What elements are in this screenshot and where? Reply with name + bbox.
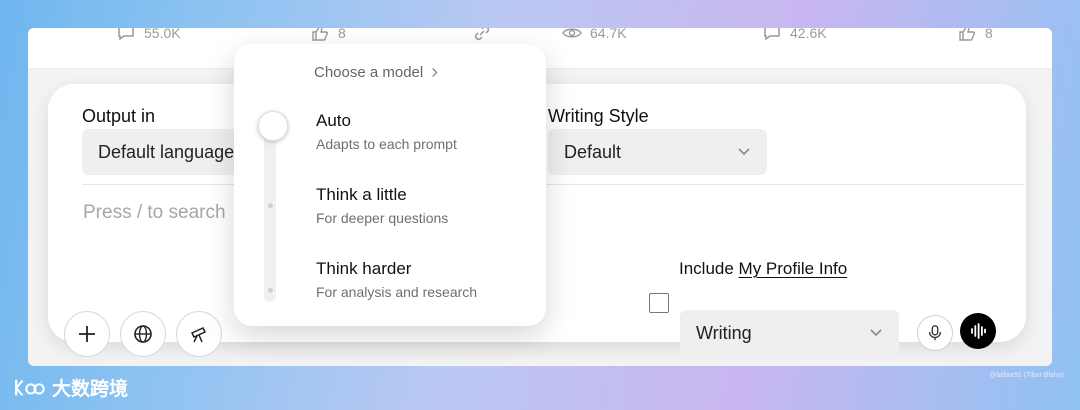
model-slider-knob[interactable] (258, 111, 288, 141)
include-profile-checkbox[interactable] (649, 293, 669, 313)
option-description: For deeper questions (316, 210, 449, 226)
plus-icon (79, 326, 95, 342)
include-profile-text: Include My Profile Info (679, 259, 847, 279)
chevron-down-icon (738, 148, 750, 156)
option-title: Think harder (316, 259, 412, 278)
web-search-button[interactable] (120, 311, 166, 357)
model-option-auto[interactable]: Auto Adapts to each prompt (316, 111, 457, 152)
option-title: Auto (316, 111, 351, 130)
writing-style-value: Default (564, 141, 622, 162)
eye-icon (562, 28, 582, 38)
choose-model-label: Choose a model (314, 64, 424, 81)
like-stat-right: 8 (957, 28, 993, 44)
microphone-button[interactable] (917, 315, 953, 351)
mic-icon (928, 325, 942, 341)
choose-model-header[interactable]: Choose a model (314, 64, 439, 81)
option-description: For analysis and research (316, 284, 478, 300)
link-stat[interactable] (472, 28, 492, 44)
divider (82, 184, 1024, 185)
my-profile-info-link[interactable]: My Profile Info (739, 259, 848, 278)
chevron-down-icon (870, 329, 882, 337)
mode-select-value: Writing (696, 322, 752, 343)
model-option-think-a-little[interactable]: Think a little For deeper questions (316, 185, 448, 226)
brand-text: 大数跨境 (52, 379, 129, 400)
comment-count-right: 42.6K (790, 28, 827, 41)
thumbs-up-icon (312, 28, 329, 41)
voice-mode-button[interactable] (960, 313, 996, 349)
writing-style-select[interactable]: Default (548, 129, 767, 175)
prompt-input[interactable]: Press / to search (83, 202, 226, 224)
thumbs-up-icon (959, 28, 976, 41)
comment-count: 55.0K (144, 28, 181, 41)
slider-stop-dot (268, 203, 273, 208)
option-description: Adapts to each prompt (316, 136, 457, 152)
brand-watermark: 大数跨境 (12, 374, 128, 401)
output-language-value: Default language (98, 141, 235, 162)
include-prefix: Include (679, 259, 739, 278)
comment-icon (764, 28, 780, 41)
like-count-right: 8 (985, 28, 993, 41)
output-label: Output in (82, 106, 156, 126)
credit-watermark: @btibor91 (Tibor Blaho) (989, 372, 1064, 379)
model-option-think-harder[interactable]: Think harder For analysis and research (316, 259, 477, 300)
explore-button[interactable] (176, 311, 222, 357)
view-count: 64.7K (590, 28, 627, 41)
comment-stat-right: 42.6K (762, 28, 827, 44)
writing-style-label: Writing Style (548, 106, 649, 126)
mode-select[interactable]: Writing (680, 310, 899, 356)
globe-icon (134, 325, 152, 343)
comment-icon (118, 28, 134, 41)
model-picker-popup: Choose a model Auto Adapts to each promp… (234, 44, 546, 326)
like-count: 8 (338, 28, 346, 41)
link-icon[interactable] (472, 28, 492, 43)
voice-wave-icon (971, 323, 986, 339)
telescope-icon (190, 327, 207, 343)
like-stat: 8 (310, 28, 346, 44)
brand-logo-icon (15, 379, 45, 396)
views-stat: 64.7K (562, 28, 627, 44)
option-title: Think a little (316, 185, 407, 204)
model-slider-track[interactable] (264, 116, 276, 302)
chevron-right-icon (432, 68, 438, 77)
comment-stat: 55.0K (116, 28, 181, 44)
add-button[interactable] (64, 311, 110, 357)
slider-stop-dot (268, 288, 273, 293)
